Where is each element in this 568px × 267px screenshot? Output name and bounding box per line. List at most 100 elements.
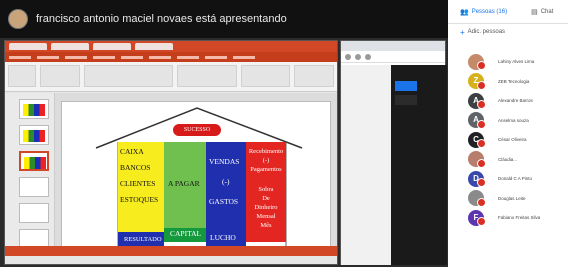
video-tile[interactable] xyxy=(395,95,417,105)
participant-row[interactable]: A Anselma souza xyxy=(448,111,568,131)
participant-name: Donald C A Pinto xyxy=(498,176,533,182)
label-de: De xyxy=(262,195,270,202)
participant-name: Alexandre Barros xyxy=(498,98,533,104)
label-mensal: Mensal xyxy=(256,213,276,220)
ribbon-menu-item[interactable] xyxy=(177,55,199,59)
label-recebimento: Recebimento xyxy=(248,148,284,155)
tab-people-label: Pessoas (16) xyxy=(471,8,508,15)
participant-name: César Oliveira xyxy=(498,137,527,143)
label-caixa: CAIXA xyxy=(120,147,144,156)
presenter-avatar xyxy=(8,9,28,29)
ribbon-group[interactable] xyxy=(83,65,173,87)
payables-column xyxy=(164,142,206,242)
slide-thumbnail[interactable] xyxy=(19,99,49,119)
house-diagram: SUCESSO CAIXA BANCOS CLIENTES ESTOQUES R… xyxy=(62,102,330,250)
ribbon-group[interactable] xyxy=(240,65,291,87)
tab-chat-label: Chat xyxy=(540,8,554,15)
browser-window xyxy=(340,40,447,265)
participant-row[interactable]: Lahiny Alves Lima xyxy=(448,52,568,72)
status-badge xyxy=(477,100,486,109)
meet-screen: francisco antonio maciel novaes está apr… xyxy=(0,0,568,267)
window-tab[interactable] xyxy=(135,43,173,50)
status-badge xyxy=(477,197,486,207)
ribbon-menu-item[interactable] xyxy=(205,55,227,59)
people-icon: 👥 xyxy=(460,8,469,16)
ribbon-menu-item[interactable] xyxy=(37,55,59,59)
slide-canvas[interactable]: SUCESSO CAIXA BANCOS CLIENTES ESTOQUES R… xyxy=(61,101,331,251)
ribbon-group[interactable] xyxy=(39,65,80,87)
status-badge xyxy=(477,139,486,148)
label-lucho: LUCHO xyxy=(210,233,236,242)
label-dinheiro: Dinheiro xyxy=(254,204,278,211)
participant-row[interactable]: Cláudia... xyxy=(448,150,568,170)
status-badge xyxy=(477,178,486,187)
ribbon-menu-bar xyxy=(5,52,337,62)
status-badge xyxy=(477,158,486,168)
ribbon-menu-item[interactable] xyxy=(9,55,31,59)
ribbon-group[interactable] xyxy=(176,65,237,87)
chat-icon: ▤ xyxy=(531,8,538,16)
label-sobra: Sobra xyxy=(258,186,274,193)
label-vendas: VENDAS xyxy=(209,157,240,166)
presenter-label: francisco antonio maciel novaes está apr… xyxy=(36,13,287,25)
participant-name: Cláudia... xyxy=(498,156,518,162)
video-tile[interactable] xyxy=(395,81,417,91)
powerpoint-workspace: SUCESSO CAIXA BANCOS CLIENTES ESTOQUES R… xyxy=(5,93,337,256)
tab-chat[interactable]: ▤ Chat xyxy=(507,8,553,16)
powerpoint-tab-strip xyxy=(5,41,337,52)
participant-name: Anselma souza xyxy=(498,117,529,123)
label-capital: CAPITAL xyxy=(170,229,202,238)
ribbon-menu-item[interactable] xyxy=(65,55,87,59)
status-badge xyxy=(477,61,486,70)
window-tab[interactable] xyxy=(51,43,89,50)
ribbon-menu-item[interactable] xyxy=(93,55,115,59)
slide-thumbnails xyxy=(5,93,55,256)
shared-screen: SUCESSO CAIXA BANCOS CLIENTES ESTOQUES R… xyxy=(0,38,448,267)
success-pill: SUCESSO xyxy=(172,123,222,137)
window-tab[interactable] xyxy=(9,43,47,50)
participant-row[interactable]: Douglas Leite xyxy=(448,189,568,209)
participant-row[interactable]: A Alexandre Barros xyxy=(448,91,568,111)
slide-thumbnail-selected[interactable] xyxy=(19,151,49,171)
ribbon-group[interactable] xyxy=(8,65,36,87)
participant-name: Fabiano Freitas Silva xyxy=(498,215,541,221)
ribbon-menu-item[interactable] xyxy=(121,55,143,59)
add-person-icon: + xyxy=(460,27,465,37)
ribbon-menu-item[interactable] xyxy=(149,55,171,59)
browser-address-bar[interactable] xyxy=(341,51,445,63)
ribbon-menu-item[interactable] xyxy=(233,55,255,59)
status-badge xyxy=(477,80,486,90)
window-tab[interactable] xyxy=(93,43,131,50)
assets-column xyxy=(118,142,164,242)
ribbon-group[interactable] xyxy=(294,65,335,87)
slide-thumbnail[interactable] xyxy=(19,177,49,197)
slide-thumbnail[interactable] xyxy=(19,125,49,145)
label-pagamentos: Pagamentos xyxy=(250,166,282,173)
tab-people[interactable]: 👥 Pessoas (16) xyxy=(448,8,507,16)
participant-row[interactable]: F Fabiano Freitas Silva xyxy=(448,208,568,228)
reload-icon[interactable] xyxy=(365,53,371,60)
participant-name: ZEB Tecnologia xyxy=(498,78,530,84)
status-badge xyxy=(477,217,486,226)
powerpoint-window: SUCESSO CAIXA BANCOS CLIENTES ESTOQUES R… xyxy=(4,40,338,265)
label-a-pagar: A PAGAR xyxy=(168,179,200,188)
status-badge xyxy=(477,119,486,129)
powerpoint-status-bar xyxy=(5,246,337,256)
label-resultado: RESULTADO xyxy=(124,236,162,243)
label-clientes: CLIENTES xyxy=(120,179,156,188)
label-mes: Mês xyxy=(260,222,272,229)
browser-tab-strip[interactable] xyxy=(341,41,445,51)
back-icon[interactable] xyxy=(345,53,351,60)
ribbon-toolbar xyxy=(5,62,337,92)
forward-icon[interactable] xyxy=(355,53,361,60)
participant-row[interactable]: D Donald C A Pinto xyxy=(448,169,568,189)
label-minus: (-) xyxy=(222,177,230,186)
slide-thumbnail[interactable] xyxy=(19,203,49,223)
label-gastos: GASTOS xyxy=(209,197,239,206)
label-estoques: ESTOQUES xyxy=(120,195,159,204)
add-people-button[interactable]: + Adic. pessoas xyxy=(448,24,568,40)
participants-panel: 👥 Pessoas (16) ▤ Chat + Adic. pessoas La… xyxy=(448,0,568,267)
label-red-minus: (-) xyxy=(262,157,270,164)
participant-row[interactable]: C César Oliveira xyxy=(448,130,568,150)
participant-row[interactable]: Z ZEB Tecnologia xyxy=(448,72,568,92)
